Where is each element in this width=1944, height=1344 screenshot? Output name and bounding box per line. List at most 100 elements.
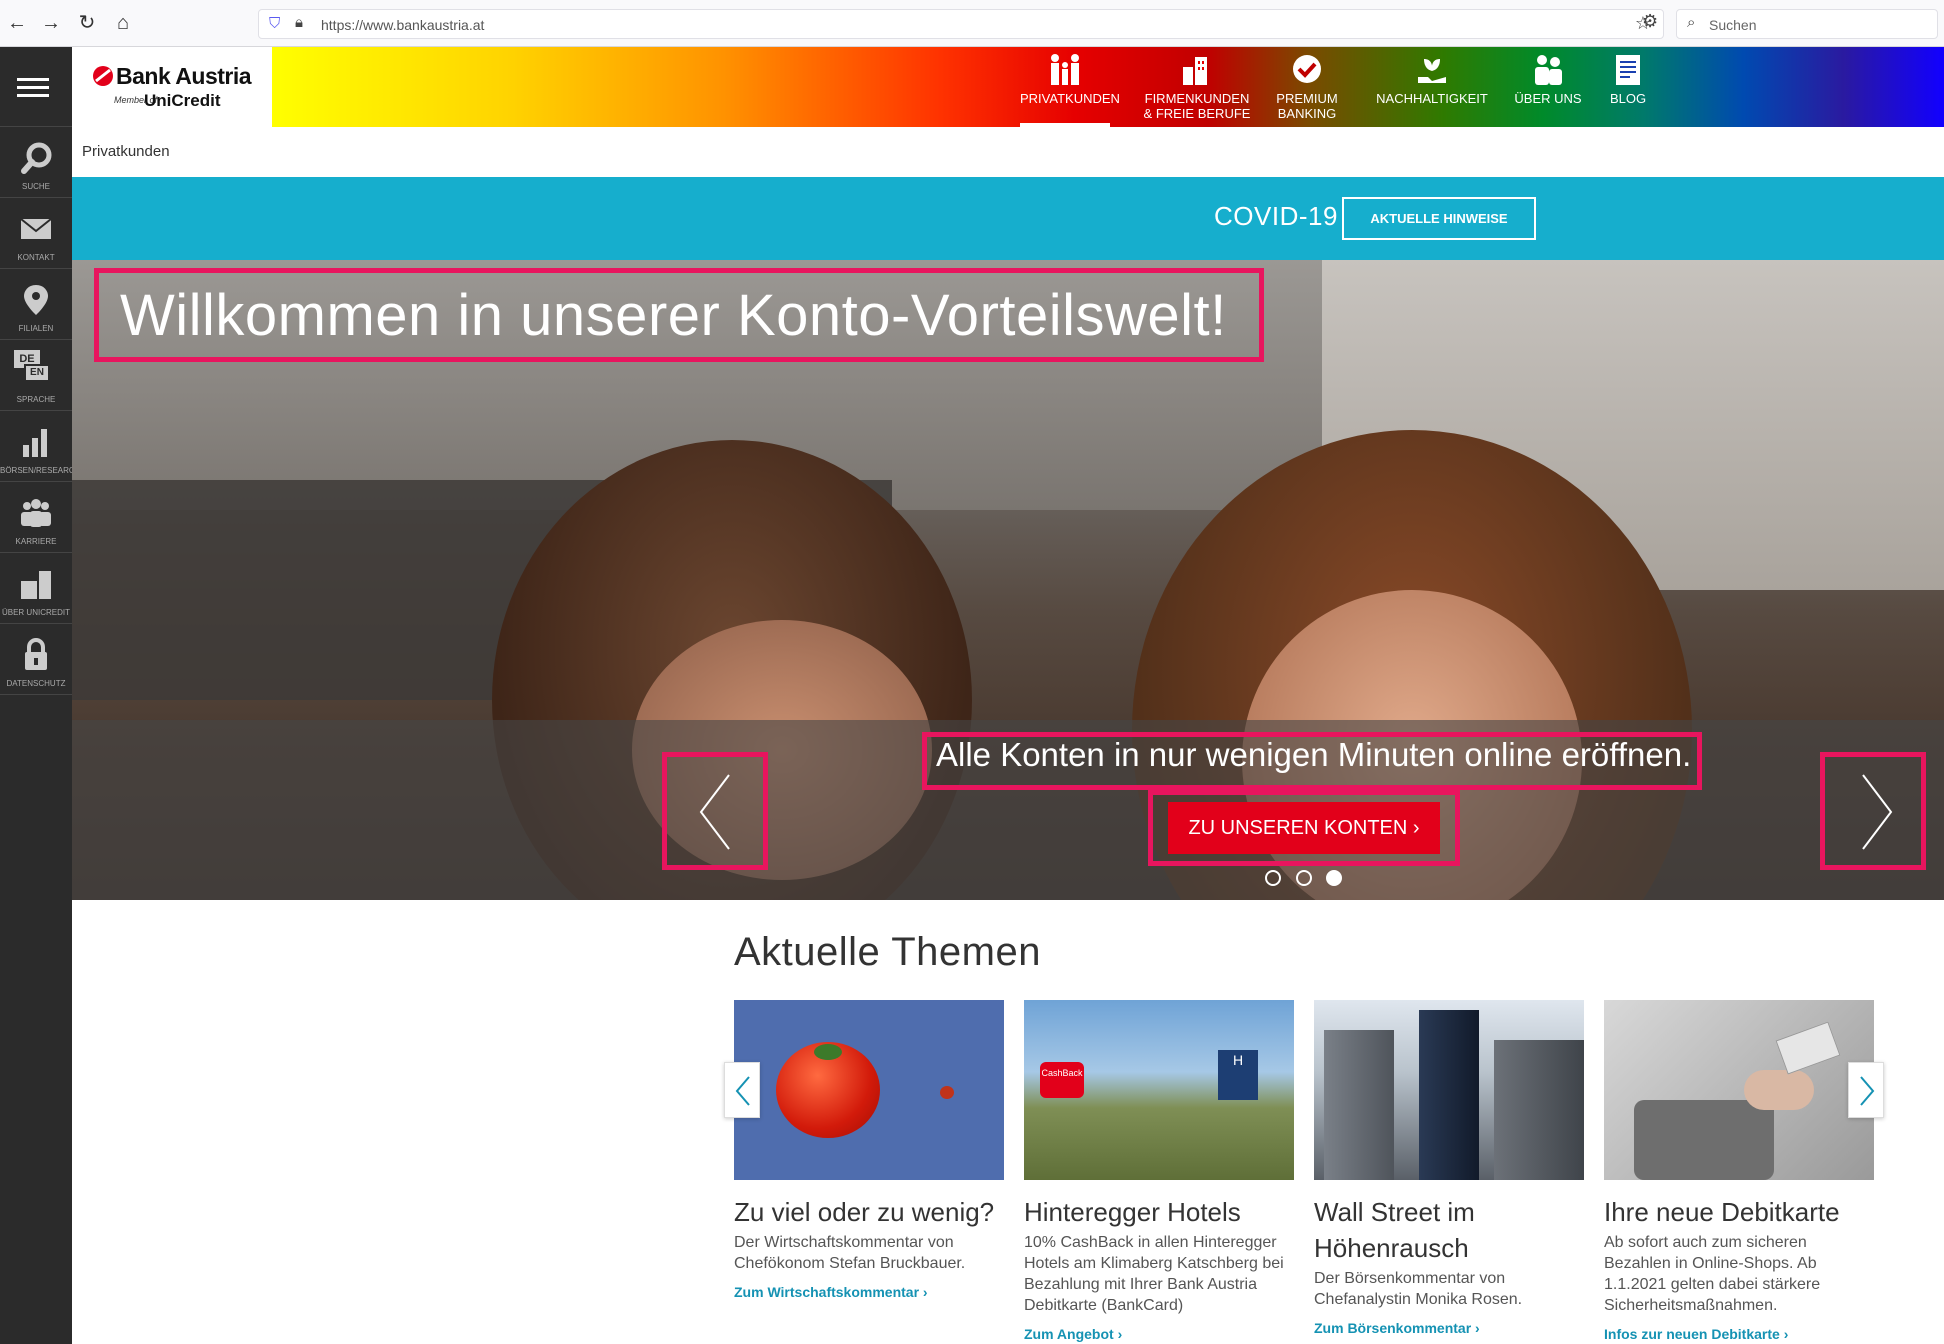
card-title: Ihre neue Debitkarte <box>1604 1197 1840 1227</box>
sidebar-item-filialen[interactable]: FILIALEN <box>0 269 72 340</box>
language-icon-en: EN <box>24 364 50 382</box>
logo-text-bank-austria: Bank Austria <box>116 63 252 89</box>
tomato-stem <box>814 1044 842 1060</box>
hand-shape <box>1744 1070 1814 1110</box>
nav-label: FIRMENKUNDEN & FREIE BERUFE <box>1143 91 1251 121</box>
themen-prev-button[interactable] <box>724 1062 760 1118</box>
search-placeholder: Suchen <box>1709 17 1757 33</box>
themen-card[interactable]: CashBack H Hinteregger Hotels 10% CashBa… <box>1024 1000 1294 1342</box>
url-bar[interactable]: ⛉ 🔒︎ https://www.bankaustria.at ☆ <box>258 9 1664 39</box>
sidebar-item-label: FILIALEN <box>18 324 54 333</box>
padlock-icon: 🔒︎ <box>295 14 303 31</box>
hamburger-menu-icon[interactable] <box>0 47 72 127</box>
left-sidebar: SUCHE KONTAKT FILIALEN DE EN SPRACHE BÖR… <box>0 47 72 1344</box>
card-image-mountains: CashBack H <box>1024 1000 1294 1180</box>
browser-toolbar: ← → ↻ ⌂ ⛉ 🔒︎ https://www.bankaustria.at … <box>0 0 1944 47</box>
people-icon <box>21 499 51 527</box>
nav-blog[interactable]: BLOG <box>1598 47 1658 127</box>
carousel-dot-3[interactable] <box>1326 870 1342 886</box>
search-icon <box>21 142 52 174</box>
themen-next-button[interactable] <box>1848 1062 1884 1118</box>
chevron-right-icon <box>1862 774 1893 850</box>
building-icon <box>21 571 51 599</box>
mail-icon <box>20 218 52 239</box>
bar-chart-icon <box>23 429 47 457</box>
card-link[interactable]: Zum Wirtschaftskommentar › <box>734 1284 1004 1300</box>
annotation-box-subtitle <box>922 732 1702 790</box>
settings-gear-icon[interactable]: ⚙ <box>1642 11 1658 32</box>
themen-card[interactable]: Wall Street im Höhenrausch Der Börsenkom… <box>1314 1000 1584 1336</box>
search-magnifier-icon: ⌕ <box>1687 14 1696 31</box>
card-image-debitcard <box>1604 1000 1874 1180</box>
building-left <box>1324 1030 1394 1180</box>
shield-icon: ⛉ <box>269 15 281 32</box>
home-icon[interactable]: ⌂ <box>110 10 136 36</box>
nav-label: BLOG <box>1609 91 1647 106</box>
card-text: Der Wirtschaftskommentar von Chefökonom … <box>734 1234 966 1272</box>
sidebar-item-suche[interactable]: SUCHE <box>0 127 72 198</box>
sidebar-item-label: KARRIERE <box>15 537 57 546</box>
carousel-prev-button[interactable] <box>662 752 768 870</box>
card-link[interactable]: Zum Börsenkommentar › <box>1314 1320 1584 1336</box>
logo-text-unicredit: UniCredit <box>144 91 221 110</box>
sidebar-item-datenschutz[interactable]: DATENSCHUTZ <box>0 624 72 695</box>
url-text: https://www.bankaustria.at <box>321 17 485 33</box>
nav-label: PREMIUM BANKING <box>1276 91 1338 121</box>
nav-label: NACHHALTIGKEIT <box>1376 91 1488 106</box>
back-arrow-icon[interactable]: ← <box>4 10 30 36</box>
reload-icon[interactable]: ↻ <box>74 10 100 36</box>
chevron-left-icon <box>735 1076 750 1106</box>
hotel-logo-badge: H <box>1218 1050 1258 1100</box>
themen-card[interactable]: Zu viel oder zu wenig? Der Wirtschaftsko… <box>734 1000 1004 1300</box>
nav-premium-banking[interactable]: PREMIUM BANKING <box>1272 47 1342 127</box>
building-right <box>1494 1040 1584 1180</box>
card-title: Hinteregger Hotels <box>1024 1197 1241 1227</box>
themen-card[interactable]: Ihre neue Debitkarte Ab sofort auch zum … <box>1604 1000 1874 1342</box>
debit-card-shape <box>1775 1021 1841 1075</box>
sidebar-item-label: BÖRSEN/RESEARCH <box>0 466 72 475</box>
browser-search-input[interactable]: ⌕ Suchen <box>1676 9 1938 39</box>
breadcrumb[interactable]: Privatkunden <box>82 143 170 160</box>
site-header: Bank Austria Member of UniCredit PRIVATK… <box>72 47 1944 127</box>
buildings-icon <box>1183 57 1207 85</box>
hero-carousel: Willkommen in unserer Konto-Vorteilswelt… <box>72 260 1944 900</box>
carousel-next-button[interactable] <box>1820 752 1926 870</box>
checkmark-badge-icon <box>1293 55 1321 83</box>
document-icon <box>1616 55 1640 85</box>
sidebar-item-boersen[interactable]: BÖRSEN/RESEARCH <box>0 411 72 482</box>
sidebar-item-label: SUCHE <box>21 182 50 191</box>
plant-hand-icon <box>1418 59 1446 83</box>
family-icon <box>1051 54 1079 85</box>
sleeve-shape <box>1634 1100 1774 1180</box>
card-link[interactable]: Zum Angebot › <box>1024 1326 1294 1342</box>
sidebar-item-label: KONTAKT <box>17 253 55 262</box>
section-title: Aktuelle Themen <box>734 930 1041 974</box>
small-tomato-shape <box>940 1086 954 1099</box>
card-title: Zu viel oder zu wenig? <box>734 1197 995 1227</box>
sidebar-item-ueber-unicredit[interactable]: ÜBER UNICREDIT <box>0 553 72 624</box>
rainbow-nav-bar: PRIVATKUNDEN FIRMENKUNDEN & FREIE BERUFE… <box>272 47 1944 127</box>
card-text: Ab sofort auch zum sicheren Bezahlen in … <box>1604 1234 1821 1314</box>
unicredit-logo-icon <box>93 66 113 86</box>
nav-ueber-uns[interactable]: ÜBER UNS <box>1508 47 1588 127</box>
bank-austria-logo[interactable]: Bank Austria Member of UniCredit <box>92 63 272 113</box>
lock-icon <box>25 638 47 670</box>
forward-arrow-icon[interactable]: → <box>38 10 64 36</box>
card-link[interactable]: Infos zur neuen Debitkarte › <box>1604 1326 1874 1342</box>
aktuelle-hinweise-button[interactable]: AKTUELLE HINWEISE <box>1342 197 1536 240</box>
nav-privatkunden[interactable]: PRIVATKUNDEN <box>1020 47 1120 127</box>
covid-title: COVID-19 <box>1214 201 1338 231</box>
carousel-dot-2[interactable] <box>1296 870 1312 886</box>
card-text: 10% CashBack in allen Hinteregger Hotels… <box>1024 1234 1284 1314</box>
carousel-dot-1[interactable] <box>1265 870 1281 886</box>
sidebar-item-label: SPRACHE <box>16 395 56 404</box>
location-pin-icon <box>24 285 48 315</box>
sidebar-item-sprache[interactable]: DE EN SPRACHE <box>0 340 72 411</box>
sidebar-item-kontakt[interactable]: KONTAKT <box>0 198 72 269</box>
card-title: Wall Street im Höhenrausch <box>1314 1197 1475 1263</box>
sidebar-item-karriere[interactable]: KARRIERE <box>0 482 72 553</box>
nav-label: ÜBER UNS <box>1514 91 1582 106</box>
sidebar-item-label: ÜBER UNICREDIT <box>1 608 70 617</box>
nav-nachhaltigkeit[interactable]: NACHHALTIGKEIT <box>1372 47 1492 127</box>
nav-firmenkunden[interactable]: FIRMENKUNDEN & FREIE BERUFE <box>1142 47 1252 127</box>
